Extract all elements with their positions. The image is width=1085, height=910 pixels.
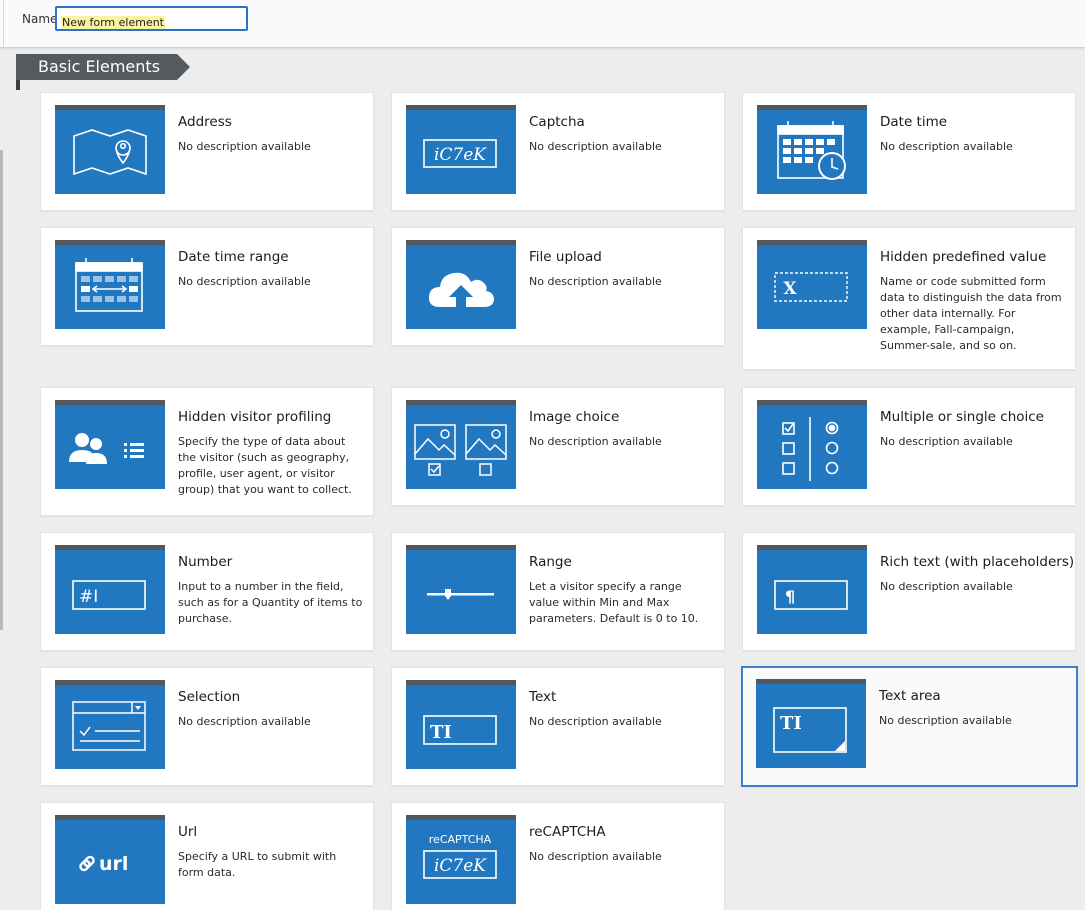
element-description: Let a visitor specify a range value with…	[529, 580, 699, 625]
element-description: No description available	[880, 580, 1013, 593]
element-description: No description available	[529, 715, 662, 728]
element-title: reCAPTCHA	[529, 824, 606, 840]
element-description: No description available	[529, 275, 662, 288]
element-card-date-time[interactable]: Date time No description available	[742, 92, 1076, 211]
hidden-value-icon: X	[757, 240, 867, 329]
element-card-url[interactable]: url Url Specify a URL to submit with for…	[40, 802, 374, 910]
slider-icon	[406, 545, 516, 634]
element-card-file-upload[interactable]: File upload No description available	[391, 227, 725, 346]
captcha-text: iC7eK	[434, 856, 487, 876]
element-title: Text	[529, 689, 557, 705]
element-card-text-area[interactable]: TI Text area No description available	[741, 666, 1078, 787]
element-card-multiple-or-single-choice[interactable]: Multiple or single choice No description…	[742, 387, 1076, 506]
element-description: No description available	[879, 714, 1012, 727]
captcha-text: iC7eK	[434, 145, 487, 165]
calendar-range-icon	[55, 240, 165, 329]
element-title: Date time	[880, 114, 948, 130]
element-description: No description available	[178, 275, 311, 288]
element-description: No description available	[529, 850, 662, 863]
image-choice-icon	[406, 400, 516, 489]
element-description: No description available	[529, 140, 662, 153]
recaptcha-label: reCAPTCHA	[429, 833, 492, 846]
url-icon: url	[55, 815, 165, 904]
element-card-recaptcha[interactable]: reCAPTCHA iC7eK reCAPTCHA No description…	[391, 802, 725, 910]
choice-icon	[757, 400, 867, 489]
map-pin-icon	[55, 105, 165, 194]
visitor-profile-icon	[55, 400, 165, 489]
element-title: Rich text (with placeholders)	[880, 554, 1075, 570]
dropdown-list-icon	[55, 680, 165, 769]
element-description: Specify a URL to submit with form data.	[178, 850, 337, 879]
number-field-icon: #I	[55, 545, 165, 634]
element-description: No description available	[178, 715, 311, 728]
element-description: Name or code submitted form data to dist…	[880, 275, 1062, 352]
text-field-icon: TI	[406, 680, 516, 769]
element-card-text[interactable]: TI Text No description available	[391, 667, 725, 786]
element-card-date-time-range[interactable]: Date time range No description available	[40, 227, 374, 346]
text-area-text: TI	[780, 713, 802, 734]
element-card-captcha[interactable]: iC7eK Captcha No description available	[391, 92, 725, 211]
element-card-number[interactable]: #I Number Input to a number in the field…	[40, 532, 374, 651]
url-text: url	[99, 853, 128, 875]
element-title: Number	[178, 554, 233, 570]
element-description: No description available	[529, 435, 662, 448]
calendar-clock-icon	[757, 105, 867, 194]
hidden-value-text: X	[783, 279, 797, 299]
element-title: Multiple or single choice	[880, 409, 1044, 425]
element-title: Image choice	[529, 409, 620, 425]
element-description: No description available	[178, 140, 311, 153]
pilcrow-text: ¶	[785, 587, 795, 606]
captcha-icon: iC7eK	[406, 105, 516, 194]
element-title: Url	[178, 824, 198, 840]
number-field-text: #I	[79, 587, 98, 607]
element-card-rich-text[interactable]: ¶ Rich text (with placeholders) No descr…	[742, 532, 1076, 651]
element-card-address[interactable]: Address No description available	[40, 92, 374, 211]
element-card-hidden-predefined-value[interactable]: X Hidden predefined value Name or code s…	[742, 227, 1076, 370]
element-description: No description available	[880, 140, 1013, 153]
element-description: Specify the type of data about the visit…	[178, 435, 352, 496]
element-title: Captcha	[529, 114, 585, 130]
element-description: Input to a number in the field, such as …	[178, 580, 363, 625]
element-title: Hidden predefined value	[880, 249, 1047, 265]
text-field-text: TI	[430, 722, 452, 743]
element-card-hidden-visitor-profiling[interactable]: Hidden visitor profiling Specify the typ…	[40, 387, 374, 516]
element-title: Hidden visitor profiling	[178, 409, 332, 425]
element-card-selection[interactable]: Selection No description available	[40, 667, 374, 786]
element-card-range[interactable]: Range Let a visitor specify a range valu…	[391, 532, 725, 651]
element-title: Selection	[178, 689, 241, 705]
element-title: Date time range	[178, 249, 289, 265]
recaptcha-icon: reCAPTCHA iC7eK	[406, 815, 516, 904]
text-area-icon: TI	[756, 679, 866, 768]
pilcrow-field-icon: ¶	[757, 545, 867, 634]
element-title: Text area	[879, 688, 941, 704]
element-grid: Address No description available iC7eK C…	[0, 0, 1085, 910]
element-title: File upload	[529, 249, 602, 265]
element-card-image-choice[interactable]: Image choice No description available	[391, 387, 725, 506]
element-description: No description available	[880, 435, 1013, 448]
cloud-upload-icon	[406, 240, 516, 329]
element-title: Range	[529, 554, 572, 570]
element-title: Address	[178, 114, 232, 130]
